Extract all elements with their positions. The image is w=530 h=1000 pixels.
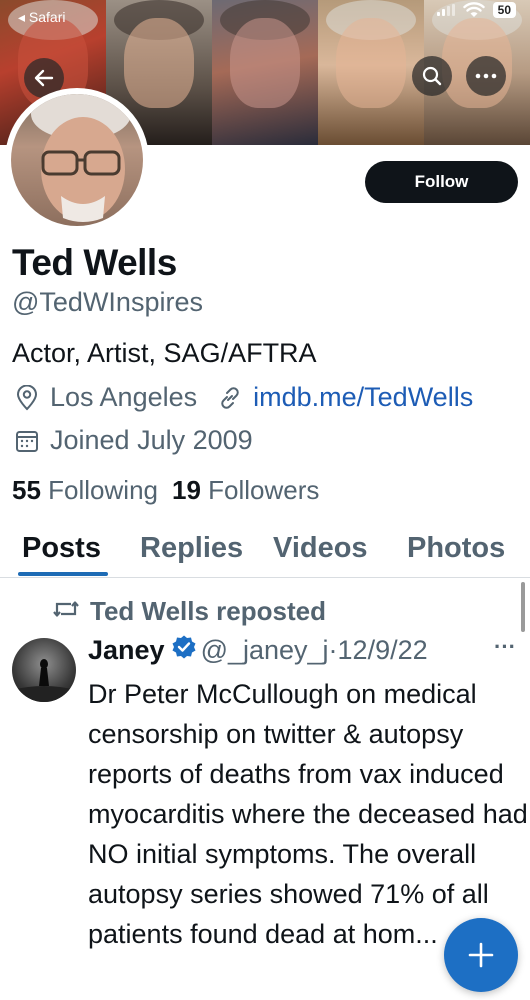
profile-location: Los Angeles bbox=[50, 382, 198, 412]
repost-indicator: Ted Wells reposted bbox=[52, 596, 326, 627]
search-icon bbox=[422, 66, 442, 86]
compose-button[interactable] bbox=[444, 918, 518, 992]
followers-label: Followers bbox=[208, 475, 320, 505]
profile-website-link[interactable]: imdb.me/TedWells bbox=[253, 382, 473, 413]
banner-photo bbox=[318, 0, 424, 145]
tab-photos[interactable]: Photos bbox=[407, 532, 505, 565]
cellular-signal-icon bbox=[436, 4, 455, 16]
following-count: 55 bbox=[12, 475, 41, 505]
avatar-photo bbox=[11, 94, 143, 226]
profile-avatar[interactable] bbox=[5, 88, 149, 232]
link-icon bbox=[215, 383, 245, 413]
following-link[interactable]: 55 Following bbox=[12, 475, 158, 506]
plus-icon bbox=[468, 942, 494, 968]
tab-videos[interactable]: Videos bbox=[273, 532, 368, 565]
follow-counts: 55 Following 19 Followers bbox=[12, 475, 319, 506]
back-to-app-label[interactable]: ◂ Safari bbox=[18, 9, 66, 26]
followers-count: 19 bbox=[171, 475, 201, 505]
profile-bio: Actor, Artist, SAG/AFTRA bbox=[12, 338, 317, 368]
battery-indicator: 50 bbox=[492, 2, 516, 18]
tab-replies[interactable]: Replies bbox=[140, 532, 243, 565]
followers-link[interactable]: 19 Followers bbox=[172, 475, 319, 506]
tab-posts[interactable]: Posts bbox=[22, 532, 101, 565]
wifi-icon bbox=[462, 2, 485, 17]
tweet-author-name[interactable]: Janey bbox=[88, 635, 165, 666]
profile-tabs: Posts Replies Videos Photos bbox=[0, 522, 530, 578]
search-button[interactable] bbox=[412, 56, 452, 96]
repost-label: Ted Wells reposted bbox=[90, 596, 326, 626]
tweet-header: Janey @_janey_j·12/9/22 bbox=[88, 634, 428, 667]
status-icons: 50 bbox=[436, 0, 516, 20]
arrow-left-icon bbox=[34, 69, 54, 87]
repost-icon bbox=[52, 596, 82, 627]
tweet-author-handle-date: @_janey_j·12/9/22 bbox=[200, 635, 428, 665]
follow-button[interactable]: Follow bbox=[365, 161, 518, 203]
profile-joined-date: Joined July 2009 bbox=[50, 425, 253, 455]
scrollbar[interactable] bbox=[521, 582, 525, 632]
profile-name: Ted Wells bbox=[12, 242, 177, 283]
banner-photo bbox=[212, 0, 318, 145]
calendar-icon bbox=[12, 426, 42, 456]
following-label: Following bbox=[48, 475, 158, 505]
location-pin-icon bbox=[12, 383, 42, 413]
verified-badge-icon bbox=[171, 634, 197, 667]
tweet-more-button[interactable]: ··· bbox=[494, 634, 516, 660]
tweet-author-avatar[interactable] bbox=[12, 638, 76, 702]
active-tab-indicator bbox=[18, 572, 108, 576]
more-horizontal-icon bbox=[475, 73, 497, 79]
tweet-text[interactable]: Dr Peter McCullough on medical censorshi… bbox=[88, 674, 528, 954]
profile-joined-row: Joined July 2009 bbox=[12, 425, 253, 456]
profile-handle: @TedWInspires bbox=[12, 287, 203, 317]
profile-meta-location-link: Los Angeles imdb.me/TedWells bbox=[12, 382, 473, 413]
more-options-button[interactable] bbox=[466, 56, 506, 96]
